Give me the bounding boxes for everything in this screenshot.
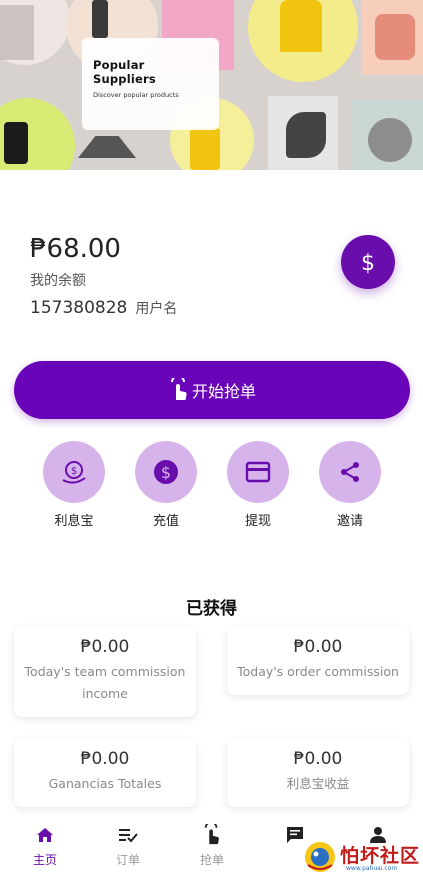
list-check-icon [119, 829, 138, 843]
banner-card: Popular Suppliers Discover popular produ… [82, 38, 219, 130]
earned-card-amount: ₱0.00 [293, 749, 343, 769]
banner-product-lamp [78, 136, 136, 158]
action-interest[interactable]: $ 利息宝 [42, 441, 106, 529]
balance-amount: ₱68.00 [30, 234, 121, 264]
promo-banner[interactable]: Popular Suppliers Discover popular produ… [0, 0, 423, 170]
earned-card-label: Ganancias Totales [48, 776, 162, 791]
action-recharge-label: 充值 [152, 514, 179, 529]
earned-card-amount: ₱0.00 [80, 637, 130, 657]
balance-label: 我的余额 [30, 273, 86, 289]
nav-orders[interactable]: 订单 [98, 825, 158, 868]
watermark-text: 怕坏社区 [340, 845, 421, 867]
card-icon [245, 461, 271, 483]
banner-product-shoe [286, 112, 326, 158]
action-withdraw-circle[interactable] [227, 441, 289, 503]
earned-card-total: ₱0.00 Ganancias Totales [14, 739, 196, 807]
action-invite[interactable]: 邀请 [318, 441, 382, 529]
action-invite-circle[interactable] [319, 441, 381, 503]
banner-product-mixer [375, 14, 415, 60]
watermark-logo-icon [305, 842, 335, 872]
svg-text:$: $ [71, 466, 77, 477]
banner-product-tool [0, 5, 34, 60]
earned-card-label: Today's order commission [237, 664, 399, 679]
banner-product-chair [280, 0, 322, 52]
earned-card-amount: ₱0.00 [80, 749, 130, 769]
earned-card-label: 利息宝收益 [286, 776, 350, 791]
earned-card-interest: ₱0.00 利息宝收益 [227, 739, 409, 807]
banner-product-elephant [368, 118, 412, 162]
user-row: 157380828 用户名 [30, 298, 177, 318]
svg-text:$: $ [361, 251, 375, 275]
nav-grab-label: 抢单 [199, 853, 224, 867]
action-interest-circle[interactable]: $ [43, 441, 105, 503]
banner-title: Popular Suppliers [93, 58, 156, 86]
earned-card-team: ₱0.00 Today's team commission income [14, 627, 196, 717]
interest-icon: $ [62, 461, 86, 484]
action-withdraw[interactable]: 提现 [226, 441, 290, 529]
nav-grab[interactable]: 抢单 [182, 824, 242, 868]
home-icon [37, 828, 53, 842]
watermark: 怕坏社区 www.pahuai.com [300, 836, 420, 878]
nav-home-label: 主页 [32, 853, 57, 867]
action-recharge[interactable]: $ 充值 [134, 441, 198, 529]
share-icon [341, 462, 359, 482]
action-withdraw-label: 提现 [244, 514, 271, 529]
tap-icon [204, 824, 219, 845]
banner-product-glove [4, 122, 28, 164]
banner-product-drill [190, 128, 220, 170]
action-interest-label: 利息宝 [54, 514, 94, 529]
start-grab-button[interactable]: 开始抢单 [14, 361, 410, 419]
balance-action-button[interactable]: $ [341, 235, 395, 289]
action-recharge-circle[interactable]: $ [135, 441, 197, 503]
earned-card-amount: ₱0.00 [293, 637, 343, 657]
tap-icon [170, 378, 187, 400]
svg-text:$: $ [161, 463, 171, 482]
dollar-icon: $ [361, 251, 375, 275]
earned-card-label: Today's team commission income [24, 664, 186, 701]
banner-subtitle: Discover popular products [93, 91, 179, 99]
action-invite-label: 邀请 [336, 514, 363, 529]
dollar-circle-icon: $ [154, 460, 178, 484]
user-id: 157380828 [30, 298, 128, 318]
nav-orders-label: 订单 [115, 853, 140, 867]
watermark-url: www.pahuai.com [346, 865, 398, 872]
earned-title: 已获得 [186, 599, 237, 619]
start-grab-label: 开始抢单 [191, 382, 256, 401]
user-label: 用户名 [135, 301, 178, 317]
nav-home[interactable]: 主页 [15, 825, 75, 868]
banner-product-bottle [92, 0, 108, 38]
earned-card-order: ₱0.00 Today's order commission [227, 627, 409, 695]
